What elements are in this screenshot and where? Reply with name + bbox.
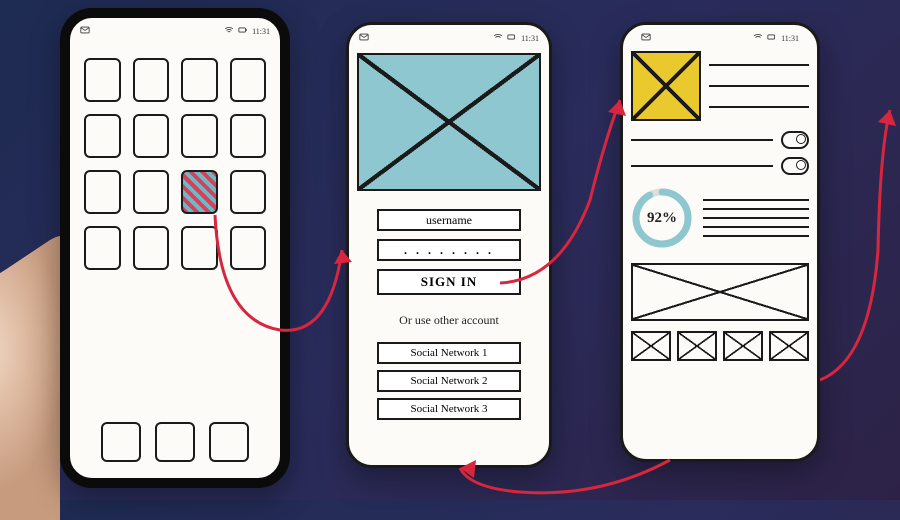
nav-item[interactable] <box>723 331 763 361</box>
phone-dashboard: 11:31 92% <box>620 22 820 462</box>
mail-icon <box>359 32 369 44</box>
battery-icon <box>767 32 777 44</box>
text-line <box>703 199 809 201</box>
app-icon[interactable] <box>230 58 267 102</box>
paragraph-lines <box>703 199 809 237</box>
username-field[interactable]: username <box>377 209 521 231</box>
app-icon[interactable] <box>84 226 121 270</box>
battery-icon <box>238 25 248 37</box>
app-icon[interactable] <box>230 114 267 158</box>
password-field[interactable]: . . . . . . . . <box>377 239 521 261</box>
app-dock <box>70 422 280 462</box>
nav-item[interactable] <box>631 331 671 361</box>
phone-login: 11:31 username . . . . . . . . SIGN IN O… <box>346 22 552 468</box>
status-bar: 11:31 <box>70 18 280 40</box>
app-icon[interactable] <box>84 58 121 102</box>
toggle-switch[interactable] <box>781 131 809 149</box>
text-line <box>709 106 809 108</box>
app-icon[interactable] <box>133 58 170 102</box>
toggle-row <box>631 157 809 175</box>
dock-app-icon[interactable] <box>155 422 195 462</box>
clock-text: 11:31 <box>521 34 539 43</box>
dock-app-icon[interactable] <box>101 422 141 462</box>
battery-icon <box>507 32 517 44</box>
wifi-icon <box>224 25 234 37</box>
nav-item[interactable] <box>677 331 717 361</box>
wifi-icon <box>753 32 763 44</box>
app-grid <box>70 40 280 270</box>
app-icon[interactable] <box>133 170 170 214</box>
social-login-button[interactable]: Social Network 2 <box>377 370 521 392</box>
app-icon[interactable] <box>230 170 267 214</box>
thumbnail-image-placeholder <box>631 51 701 121</box>
social-login-list: Social Network 1 Social Network 2 Social N… <box>377 342 521 426</box>
text-line <box>703 226 809 228</box>
mail-icon <box>80 25 90 37</box>
stats-row: 92% <box>631 187 809 249</box>
social-login-button[interactable]: Social Network 3 <box>377 398 521 420</box>
app-icon[interactable] <box>84 170 121 214</box>
social-login-button[interactable]: Social Network 1 <box>377 342 521 364</box>
gauge-value-label: 92% <box>631 187 693 249</box>
toggle-list <box>631 131 809 175</box>
text-line <box>631 139 773 141</box>
header-row <box>631 51 809 121</box>
app-icon[interactable] <box>181 114 218 158</box>
wifi-icon <box>493 32 503 44</box>
app-icon[interactable] <box>84 114 121 158</box>
nav-item[interactable] <box>769 331 809 361</box>
toggle-switch[interactable] <box>781 157 809 175</box>
alt-account-label: Or use other account <box>399 313 499 328</box>
text-line <box>703 208 809 210</box>
app-icon[interactable] <box>181 58 218 102</box>
dock-app-icon[interactable] <box>209 422 249 462</box>
text-line <box>709 64 809 66</box>
app-icon[interactable] <box>181 226 218 270</box>
clock-text: 11:31 <box>252 27 270 36</box>
text-line <box>709 85 809 87</box>
bottom-navbar <box>631 331 809 361</box>
wide-image-placeholder <box>631 263 809 321</box>
mail-icon <box>641 32 651 44</box>
status-bar: 11:31 <box>631 25 809 47</box>
signin-button[interactable]: SIGN IN <box>377 269 521 295</box>
app-icon[interactable] <box>133 226 170 270</box>
clock-text: 11:31 <box>781 34 799 43</box>
hero-image-placeholder <box>357 53 541 191</box>
progress-gauge: 92% <box>631 187 693 249</box>
login-form: username . . . . . . . . SIGN IN Or use … <box>349 191 549 426</box>
text-line <box>631 165 773 167</box>
phone-home: 11:31 <box>60 8 290 488</box>
headline-lines <box>709 51 809 121</box>
toggle-row <box>631 131 809 149</box>
status-bar: 11:31 <box>349 25 549 47</box>
app-icon[interactable] <box>181 170 218 214</box>
text-line <box>703 235 809 237</box>
app-icon[interactable] <box>230 226 267 270</box>
text-line <box>703 217 809 219</box>
app-icon[interactable] <box>133 114 170 158</box>
